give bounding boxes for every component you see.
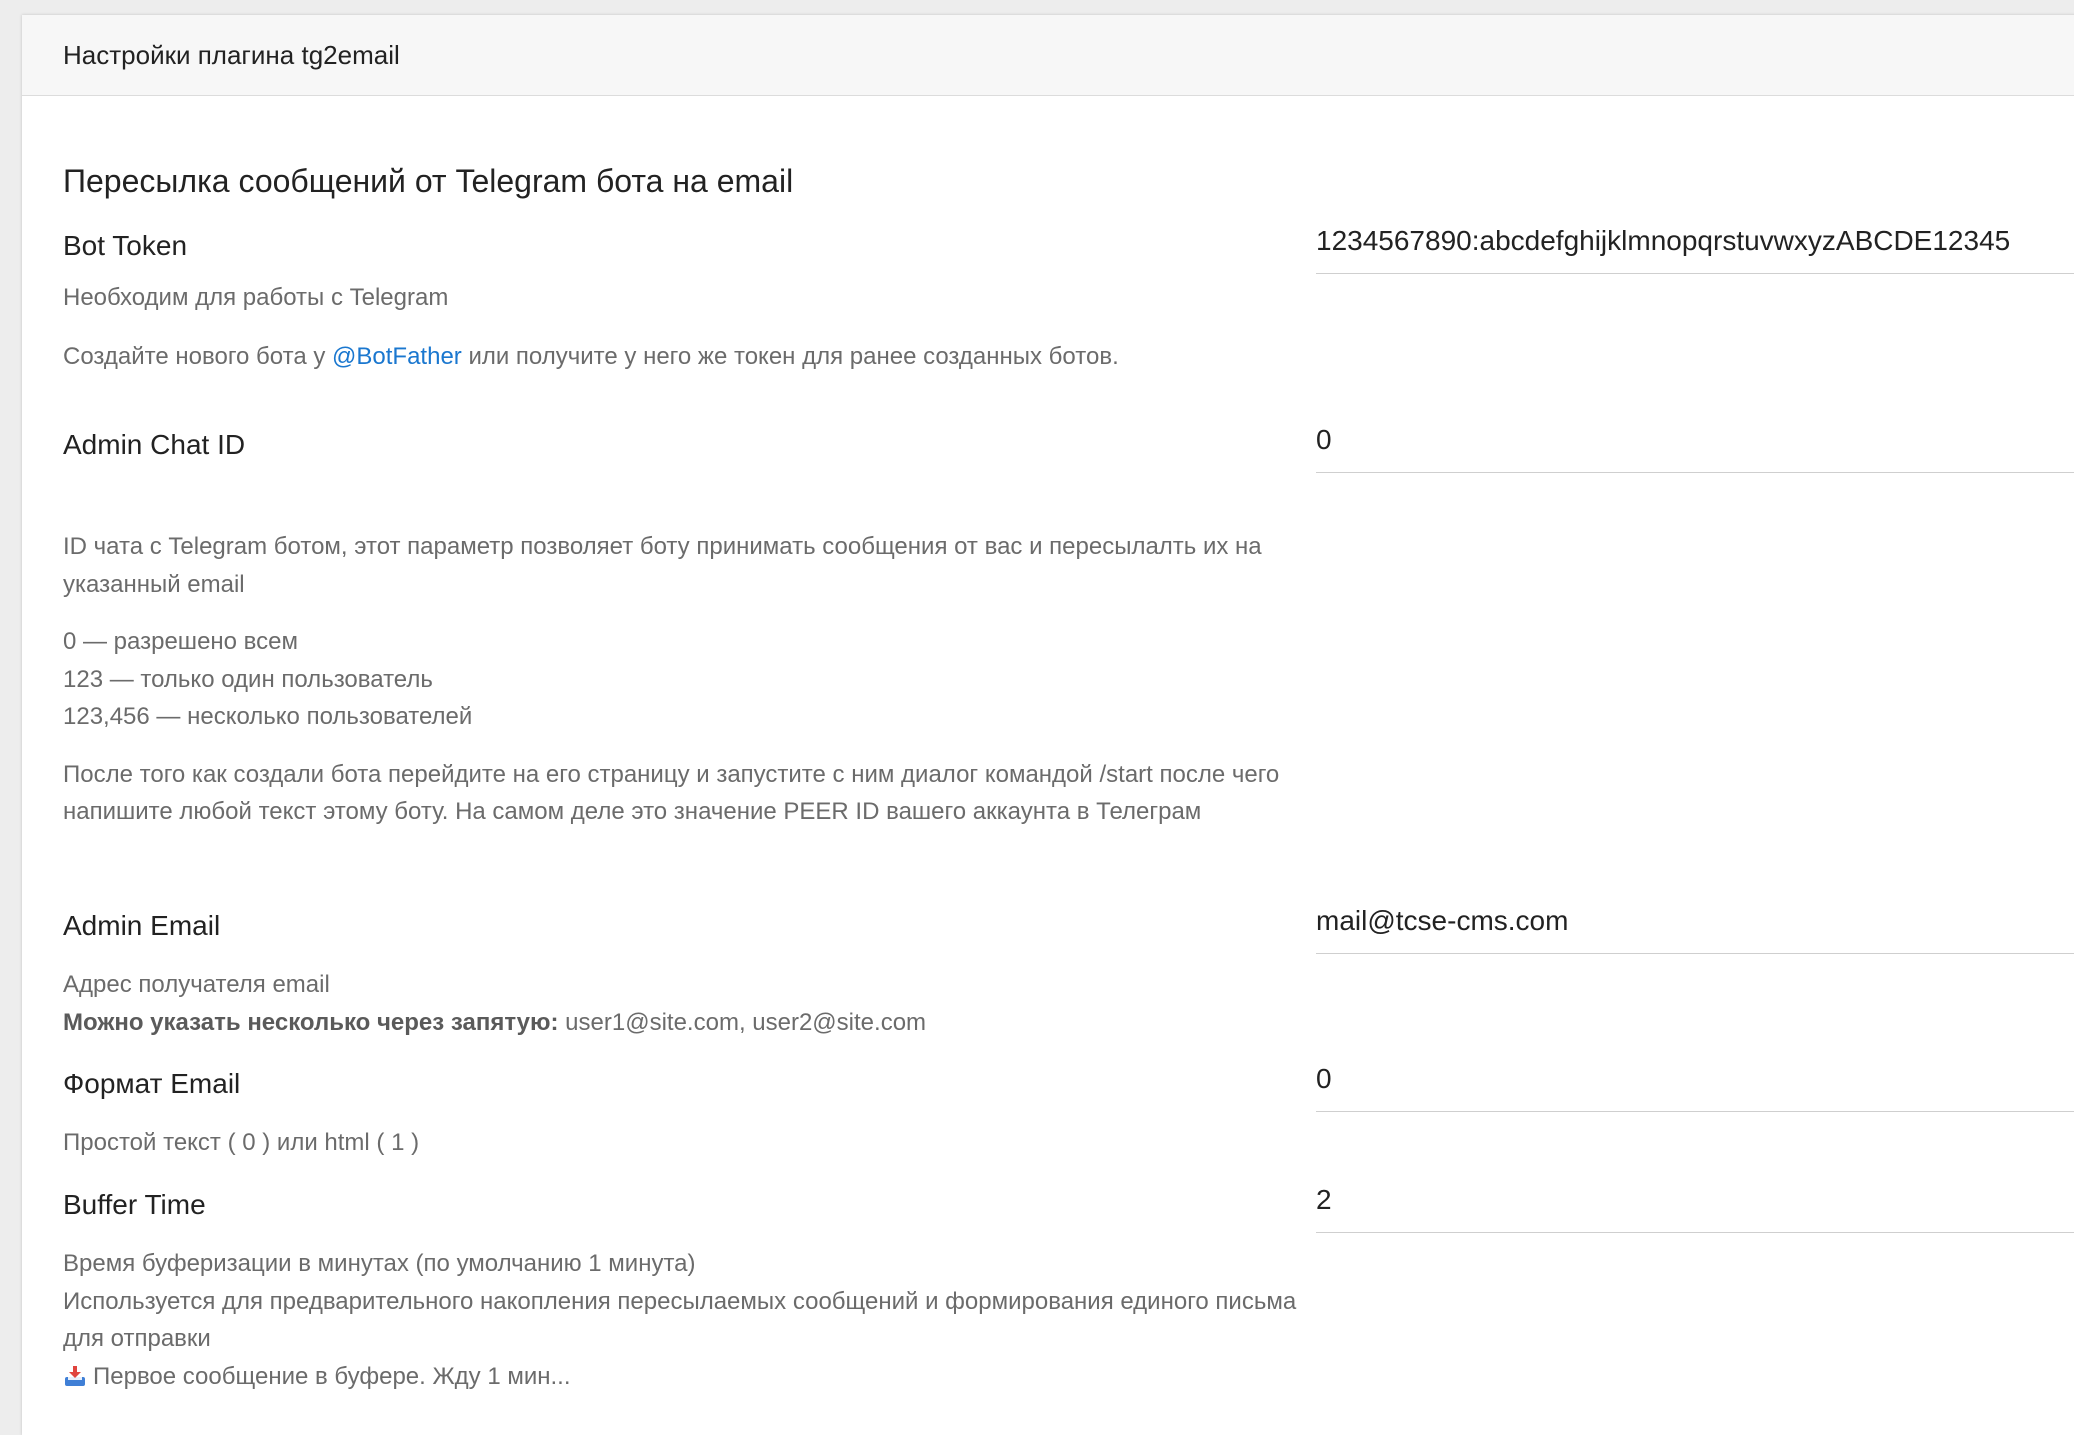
bot-token-desc-line1: Необходим для работы с Telegram <box>63 284 449 311</box>
admin-chat-id-description: ID чата с Telegram ботом, этот параметр … <box>63 528 1313 831</box>
email-format-desc: Простой текст ( 0 ) или html ( 1 ) <box>63 1129 420 1156</box>
email-format-description: Простой текст ( 0 ) или html ( 1 ) <box>63 1124 1313 1162</box>
admin-email-label: Admin Email <box>63 910 221 941</box>
admin-chat-id-desc-intro: ID чата с Telegram ботом, этот параметр … <box>63 533 1262 598</box>
panel-title: Настройки плагина tg2email <box>63 39 400 70</box>
email-format-input[interactable] <box>1316 1055 2074 1112</box>
admin-email-description: Адрес получателя email Можно указать нес… <box>63 966 1313 1041</box>
buffer-time-desc-line1: Время буферизации в минутах (по умолчани… <box>63 1250 696 1277</box>
email-format-label: Формат Email <box>63 1068 241 1099</box>
admin-email-desc-line2: Можно указать несколько через запятую: u… <box>63 1004 1313 1042</box>
botfather-link[interactable]: @BotFather <box>332 343 462 370</box>
section-title: Пересылка сообщений от Telegram бота на … <box>63 163 794 199</box>
buffer-time-desc-line2: Используется для предварительного накопл… <box>63 1287 1297 1353</box>
bot-token-input[interactable] <box>1316 217 2074 274</box>
settings-panel: Настройки плагина tg2email Пересылка соо… <box>22 15 2074 1435</box>
admin-email-desc-line1: Адрес получателя email <box>63 971 330 998</box>
admin-email-desc-examples: user1@site.com, user2@site.com <box>558 1008 927 1036</box>
admin-email-input[interactable] <box>1316 897 2074 954</box>
buffer-time-label: Buffer Time <box>63 1189 206 1220</box>
buffer-time-description: Время буферизации в минутах (по умолчани… <box>63 1245 1313 1395</box>
bot-token-label: Bot Token <box>63 230 188 261</box>
inbox-tray-icon <box>63 1361 87 1386</box>
admin-chat-id-option-single: 123 — только один пользователь <box>63 665 433 693</box>
bot-token-description: Необходим для работы с Telegram Создайте… <box>63 279 1313 375</box>
bot-token-desc-line2: Создайте нового бота у @BotFather или по… <box>63 342 1119 370</box>
panel-header: Настройки плагина tg2email <box>22 15 2074 96</box>
admin-chat-id-option-all: 0 — разрешено всем <box>63 628 299 655</box>
admin-chat-id-desc-values: 0 — разрешено всем 123 — только один пол… <box>63 623 1313 736</box>
admin-chat-id-desc-howto: После того как создали бота перейдите на… <box>63 760 1280 826</box>
buffer-time-desc-line3: Первое сообщение в буфере. Жду 1 мин... <box>63 1358 1313 1396</box>
admin-chat-id-label: Admin Chat ID <box>63 429 246 460</box>
buffer-time-input[interactable] <box>1316 1176 2074 1233</box>
admin-chat-id-option-multiple: 123,456 — несколько пользователей <box>63 703 473 730</box>
admin-chat-id-input[interactable] <box>1316 416 2074 473</box>
admin-email-desc-bold: Можно указать несколько через запятую: <box>63 1008 559 1036</box>
